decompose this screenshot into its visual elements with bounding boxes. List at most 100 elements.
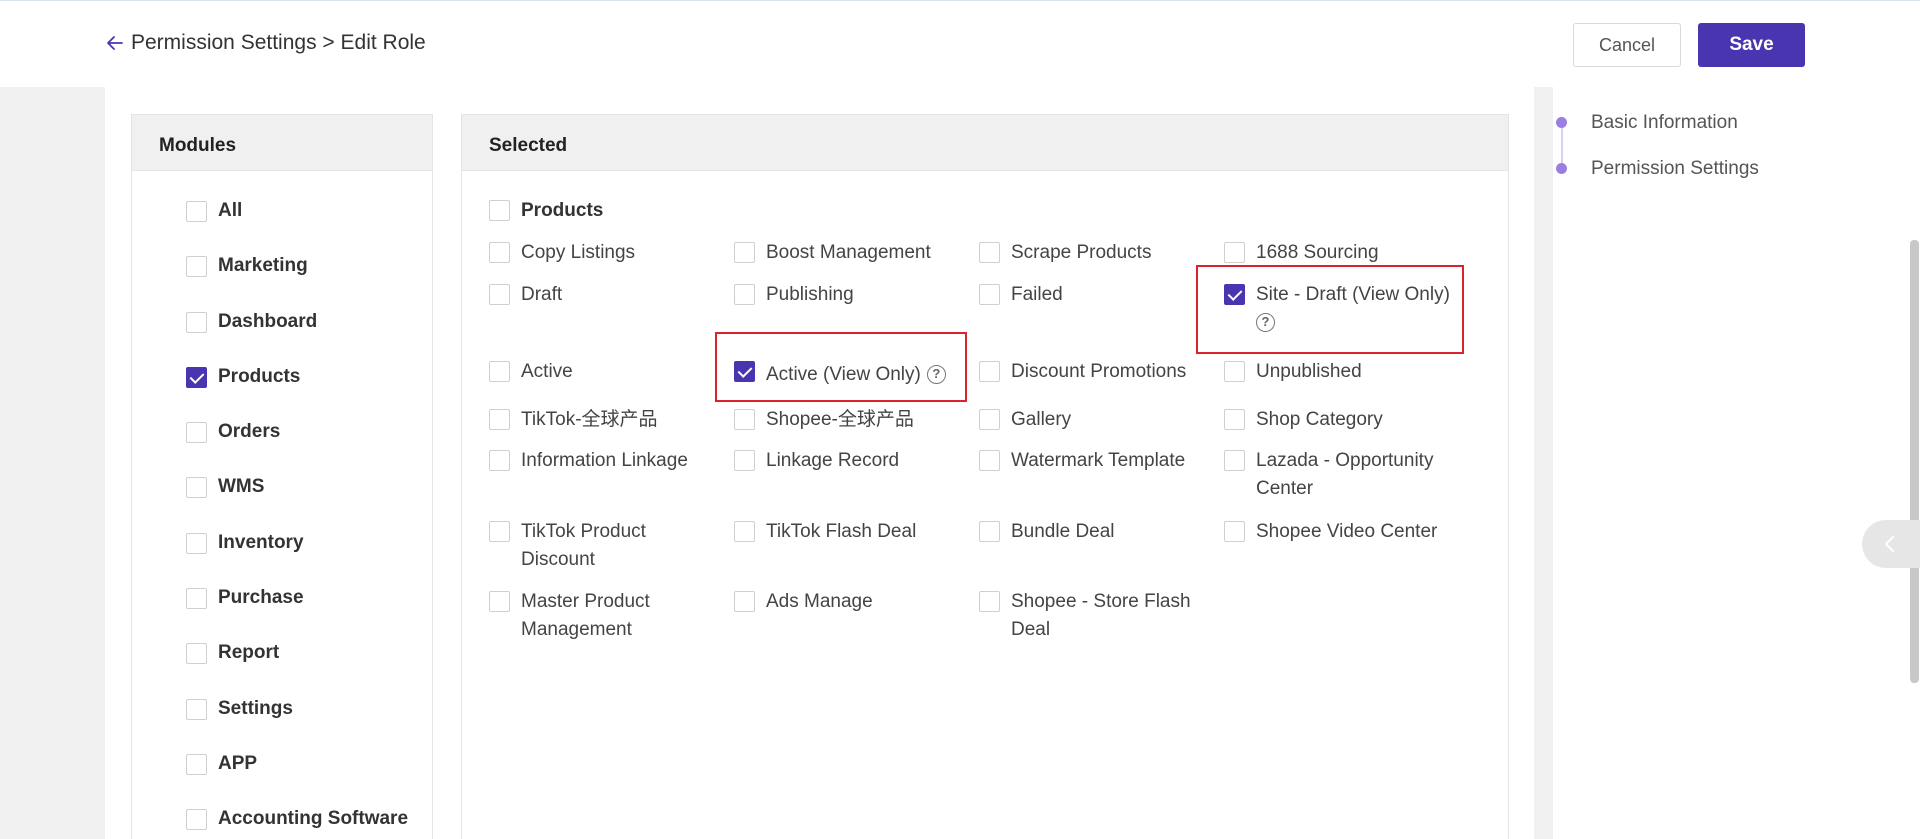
checkbox[interactable]: [186, 255, 207, 277]
permission-item[interactable]: Discount Promotions: [979, 358, 1219, 386]
module-label: All: [218, 200, 243, 221]
checkbox[interactable]: [186, 311, 207, 333]
permission-item[interactable]: Failed: [979, 281, 1209, 309]
save-button[interactable]: Save: [1698, 23, 1805, 67]
permission-label: TikTok-全球产品: [521, 409, 658, 430]
module-item-all[interactable]: All: [186, 200, 242, 222]
permission-label: Publishing: [766, 284, 854, 305]
checkbox[interactable]: [734, 521, 755, 542]
checkbox[interactable]: [489, 284, 510, 305]
permission-item[interactable]: Gallery: [979, 406, 1209, 434]
checkbox[interactable]: [489, 242, 510, 263]
help-icon[interactable]: ?: [926, 365, 946, 384]
permission-item[interactable]: Linkage Record: [734, 447, 964, 475]
permission-item[interactable]: Publishing: [734, 281, 964, 309]
checkbox[interactable]: [489, 409, 510, 430]
module-label: Dashboard: [218, 311, 318, 332]
checkbox[interactable]: [979, 284, 1000, 305]
permission-item[interactable]: Scrape Products: [979, 239, 1209, 267]
permission-item[interactable]: Information Linkage: [489, 447, 719, 475]
vertical-scrollbar[interactable]: [1910, 240, 1919, 683]
checkbox[interactable]: [186, 200, 207, 222]
checkbox[interactable]: [1224, 521, 1245, 542]
permission-label: Active (View Only): [766, 364, 921, 385]
help-icon[interactable]: ?: [1256, 313, 1275, 333]
checkbox[interactable]: [734, 450, 755, 471]
checkbox[interactable]: [489, 200, 510, 221]
group-products[interactable]: Products: [489, 197, 603, 225]
permission-item[interactable]: TikTok-全球产品: [489, 406, 719, 434]
checkbox[interactable]: [1224, 242, 1245, 263]
checkbox[interactable]: [1224, 409, 1245, 430]
permission-item-site-draft-view-only[interactable]: Site - Draft (View Only) ?: [1224, 281, 1454, 337]
checkbox[interactable]: [186, 421, 207, 443]
permission-item[interactable]: Copy Listings: [489, 239, 719, 267]
permission-item[interactable]: TikTok Flash Deal: [734, 518, 964, 546]
checkbox[interactable]: [1224, 361, 1245, 382]
module-item-app[interactable]: APP: [186, 753, 257, 775]
checkbox[interactable]: [979, 361, 1000, 382]
permission-item[interactable]: Unpublished: [1224, 358, 1464, 386]
checkbox[interactable]: [489, 591, 510, 612]
arrow-left-icon[interactable]: [105, 33, 125, 53]
checkbox[interactable]: [734, 409, 755, 430]
checkbox-checked[interactable]: [186, 366, 207, 388]
checkbox[interactable]: [186, 587, 207, 609]
checkbox[interactable]: [1224, 450, 1245, 471]
module-item-purchase[interactable]: Purchase: [186, 587, 304, 609]
nav-item-basic-information[interactable]: Basic Information: [1591, 112, 1738, 134]
module-item-inventory[interactable]: Inventory: [186, 532, 304, 554]
permission-label: Scrape Products: [1011, 242, 1152, 263]
checkbox[interactable]: [734, 591, 755, 612]
permission-item[interactable]: Watermark Template: [979, 447, 1209, 475]
permission-item[interactable]: Master Product Management: [489, 588, 679, 644]
module-item-accounting-software[interactable]: Accounting Software: [186, 808, 408, 830]
checkbox[interactable]: [734, 242, 755, 263]
checkbox[interactable]: [979, 409, 1000, 430]
cancel-button[interactable]: Cancel: [1573, 23, 1681, 67]
checkbox[interactable]: [979, 521, 1000, 542]
checkbox[interactable]: [979, 450, 1000, 471]
checkbox[interactable]: [186, 532, 207, 554]
permission-item[interactable]: Shopee Video Center: [1224, 518, 1474, 546]
checkbox[interactable]: [489, 521, 510, 542]
module-item-report[interactable]: Report: [186, 642, 279, 664]
permission-item[interactable]: Boost Management: [734, 239, 964, 267]
permission-item[interactable]: Active: [489, 358, 719, 386]
checkbox[interactable]: [186, 808, 207, 830]
collapse-side-tab[interactable]: [1862, 520, 1920, 568]
permission-item-active-view-only[interactable]: Active (View Only) ?: [734, 358, 974, 389]
permission-item[interactable]: Shopee-全球产品: [734, 406, 964, 434]
back-breadcrumb[interactable]: Permission Settings > Edit Role: [105, 31, 426, 55]
page-title: Permission Settings > Edit Role: [131, 31, 426, 54]
checkbox[interactable]: [186, 476, 207, 498]
permission-item[interactable]: Draft: [489, 281, 719, 309]
checkbox[interactable]: [186, 753, 207, 775]
module-item-orders[interactable]: Orders: [186, 421, 280, 443]
module-item-settings[interactable]: Settings: [186, 698, 293, 720]
checkbox[interactable]: [489, 361, 510, 382]
module-item-wms[interactable]: WMS: [186, 476, 264, 498]
permission-label: TikTok Product Discount: [521, 521, 646, 570]
checkbox[interactable]: [186, 698, 207, 720]
permission-label: Linkage Record: [766, 450, 900, 471]
checkbox[interactable]: [979, 591, 1000, 612]
module-item-products[interactable]: Products: [186, 366, 300, 388]
permission-item[interactable]: 1688 Sourcing: [1224, 239, 1464, 267]
permission-item[interactable]: Bundle Deal: [979, 518, 1209, 546]
module-item-marketing[interactable]: Marketing: [186, 255, 308, 277]
checkbox-checked[interactable]: [734, 361, 755, 382]
permission-item[interactable]: TikTok Product Discount: [489, 518, 679, 574]
nav-item-permission-settings[interactable]: Permission Settings: [1591, 158, 1759, 180]
checkbox[interactable]: [734, 284, 755, 305]
checkbox-checked[interactable]: [1224, 284, 1245, 305]
permission-item[interactable]: Shop Category: [1224, 406, 1464, 434]
checkbox[interactable]: [186, 642, 207, 664]
nav-timeline-line: [1561, 124, 1563, 168]
checkbox[interactable]: [489, 450, 510, 471]
permission-item[interactable]: Ads Manage: [734, 588, 964, 616]
permission-item[interactable]: Lazada - Opportunity Center: [1224, 447, 1454, 503]
permission-item[interactable]: Shopee - Store Flash Deal: [979, 588, 1199, 644]
checkbox[interactable]: [979, 242, 1000, 263]
module-item-dashboard[interactable]: Dashboard: [186, 311, 317, 333]
